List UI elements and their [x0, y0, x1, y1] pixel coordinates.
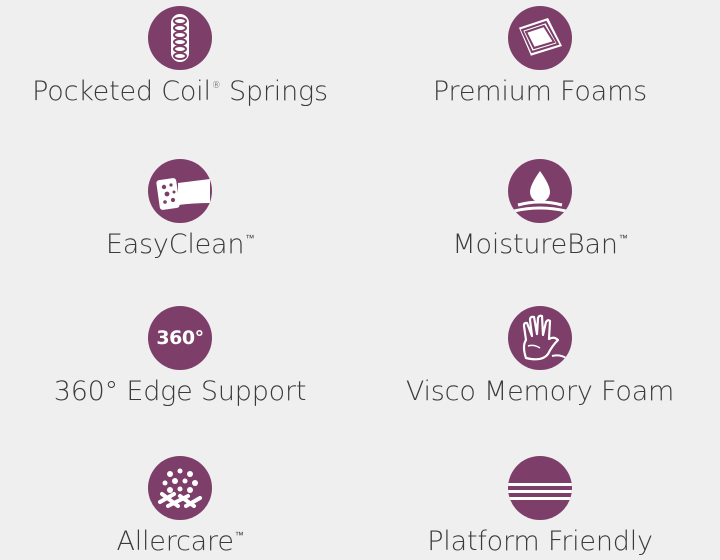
feature-label: Premium Foams — [432, 76, 648, 107]
feature-allercare: Allercare™ — [0, 456, 360, 557]
feature-easyclean: EasyClean™ — [0, 159, 360, 260]
water-drop-icon — [508, 159, 572, 223]
features-grid: Pocketed Coil® Springs Premium Foams Eas… — [0, 0, 720, 560]
edge-360-icon: 360° — [148, 306, 212, 370]
coil-spring-icon — [148, 6, 212, 70]
feature-label: Platform Friendly — [427, 526, 653, 557]
sponge-icon — [148, 159, 212, 223]
feature-moistureban: MoistureBan™ — [360, 159, 720, 260]
feature-label: Visco Memory Foam — [405, 376, 675, 407]
platform-stripes-icon — [508, 456, 572, 520]
feature-visco-memory-foam: Visco Memory Foam — [360, 306, 720, 407]
feature-platform-friendly: Platform Friendly — [360, 456, 720, 557]
feature-360-edge-support: 360° 360° Edge Support — [0, 306, 360, 407]
feature-pocketed-coil-springs: Pocketed Coil® Springs — [0, 6, 360, 107]
feature-premium-foams: Premium Foams — [360, 6, 720, 107]
hand-print-icon — [508, 306, 572, 370]
feature-label: MoistureBan™ — [452, 229, 628, 260]
feature-label: Pocketed Coil® Springs — [32, 76, 328, 107]
feature-label: Allercare™ — [116, 526, 244, 557]
allergen-shield-icon — [148, 456, 212, 520]
feature-label: 360° Edge Support — [53, 376, 307, 407]
feature-label: EasyClean™ — [105, 229, 255, 260]
edge-360-icon-text: 360° — [156, 327, 204, 349]
foam-layers-icon — [508, 6, 572, 70]
